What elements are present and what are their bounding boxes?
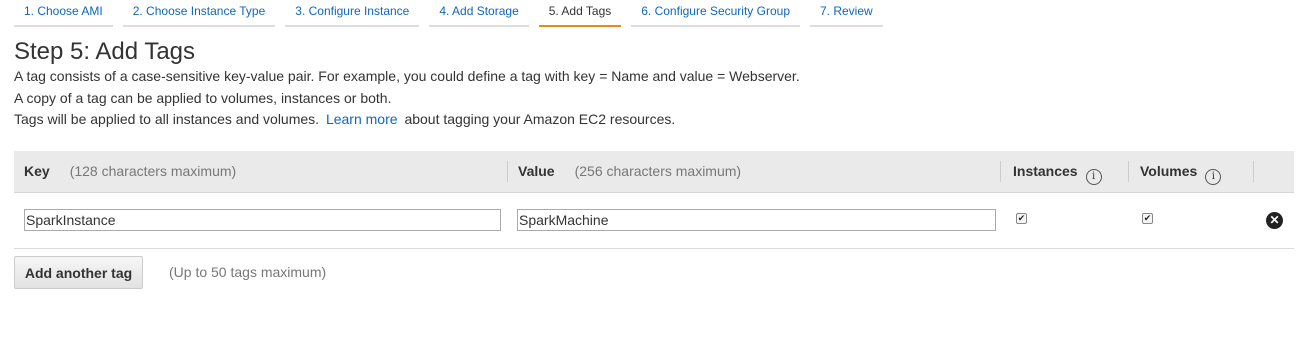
wizard-step-add-storage[interactable]: 4. Add Storage	[429, 0, 529, 27]
tag-key-input[interactable]	[24, 209, 501, 231]
remove-tag-icon[interactable]: ✕	[1266, 212, 1283, 229]
wizard-step-review[interactable]: 7. Review	[810, 0, 883, 27]
learn-more-link[interactable]: Learn more	[326, 111, 398, 127]
value-column-header: Value (256 characters maximum)	[518, 151, 741, 192]
description-line-3: Tags will be applied to all instances an…	[14, 111, 675, 127]
key-column-header: Key (128 characters maximum)	[24, 151, 236, 192]
description-line-2: A copy of a tag can be applied to volume…	[14, 90, 392, 106]
tags-table: Key (128 characters maximum) Value (256 ch…	[14, 151, 1294, 249]
key-header-hint: (128 characters maximum)	[69, 163, 237, 179]
tags-limit-hint: (Up to 50 tags maximum)	[169, 264, 327, 280]
instances-header-label: Instances	[1013, 163, 1078, 179]
page-title: Step 5: Add Tags	[14, 38, 196, 65]
wizard-step-configure-instance[interactable]: 3. Configure Instance	[285, 0, 420, 27]
tag-row: ✔ ✔ ✕	[14, 193, 1294, 249]
value-header-hint: (256 characters maximum)	[574, 163, 742, 179]
instances-checkbox[interactable]: ✔	[1016, 213, 1027, 224]
tag-value-input[interactable]	[517, 209, 996, 231]
column-divider	[507, 161, 508, 182]
wizard-step-choose-instance-type[interactable]: 2. Choose Instance Type	[122, 0, 276, 27]
add-another-tag-button[interactable]: Add another tag	[14, 256, 143, 289]
column-divider	[1128, 161, 1129, 182]
key-header-label: Key	[24, 163, 50, 179]
tags-table-header: Key (128 characters maximum) Value (256 ch…	[14, 151, 1294, 193]
value-header-label: Value	[518, 163, 555, 179]
column-divider	[1253, 161, 1254, 182]
info-icon[interactable]: i	[1085, 169, 1102, 185]
info-icon[interactable]: i	[1205, 169, 1222, 185]
description-line-3-suffix: about tagging your Amazon EC2 resources.	[404, 111, 676, 127]
wizard-steps: 1. Choose AMI 2. Choose Instance Type 3.…	[14, 0, 893, 27]
instances-column-header: Instances i	[1013, 151, 1102, 192]
description-line-3-text: Tags will be applied to all instances an…	[14, 111, 320, 127]
description-line-1: A tag consists of a case-sensitive key-v…	[14, 68, 800, 84]
volumes-checkbox[interactable]: ✔	[1142, 213, 1153, 224]
volumes-header-label: Volumes	[1140, 163, 1198, 179]
column-divider	[1000, 161, 1001, 182]
volumes-column-header: Volumes i	[1140, 151, 1222, 192]
wizard-step-configure-security-group[interactable]: 6. Configure Security Group	[631, 0, 800, 27]
wizard-step-add-tags[interactable]: 5. Add Tags	[538, 0, 622, 27]
wizard-step-choose-ami[interactable]: 1. Choose AMI	[14, 0, 113, 27]
